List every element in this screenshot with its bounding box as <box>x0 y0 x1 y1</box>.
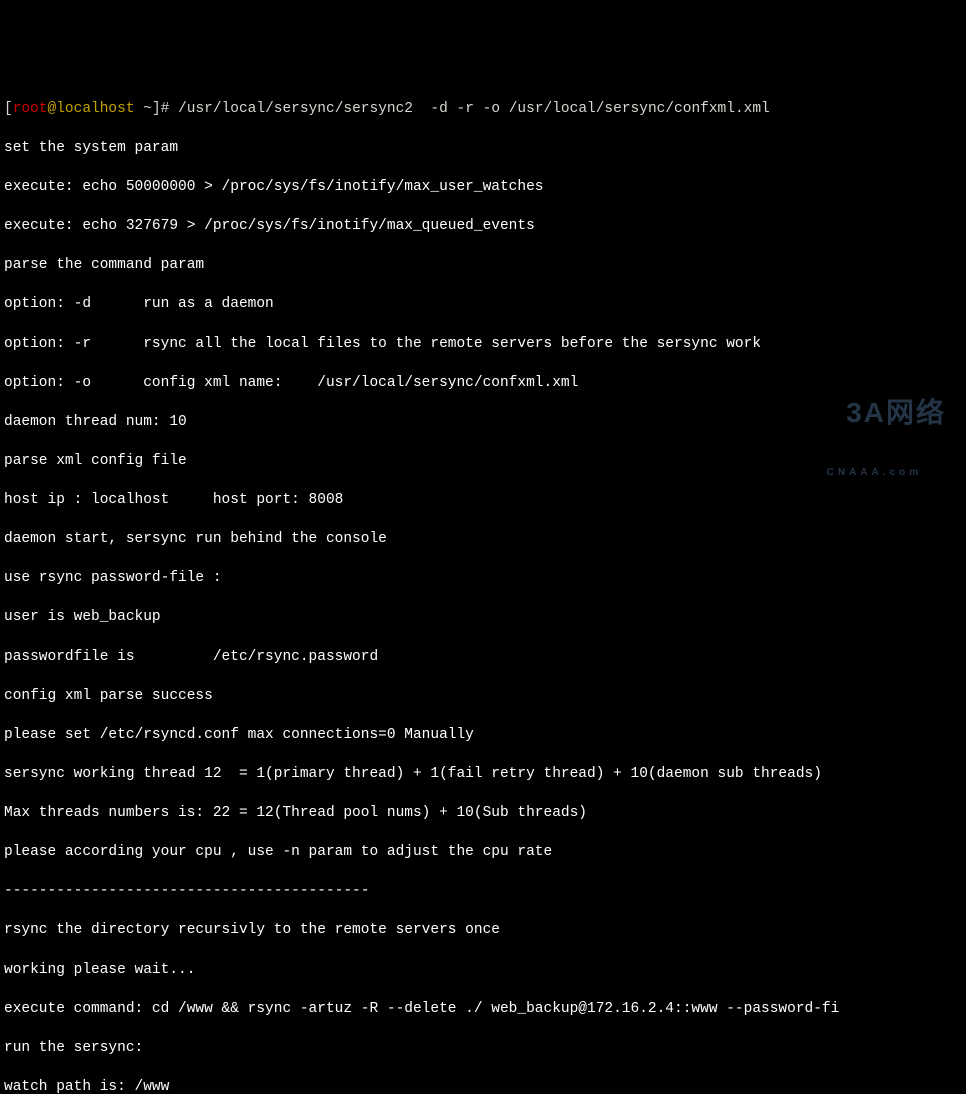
output-line: execute: echo 50000000 > /proc/sys/fs/in… <box>4 178 962 198</box>
output-line: option: -r rsync all the local files to … <box>4 335 962 355</box>
output-line: please according your cpu , use -n param… <box>4 843 962 863</box>
output-line: rsync the directory recursivly to the re… <box>4 921 962 941</box>
prompt-user: root <box>13 101 48 117</box>
output-line: option: -d run as a daemon <box>4 295 962 315</box>
output-line: parse xml config file <box>4 452 962 472</box>
output-line: Max threads numbers is: 22 = 12(Thread p… <box>4 804 962 824</box>
terminal-output: [root@localhost ~]# /usr/local/sersync/s… <box>4 80 962 1094</box>
output-line: use rsync password-file : <box>4 569 962 589</box>
output-line: parse the command param <box>4 256 962 276</box>
output-line: user is web_backup <box>4 608 962 628</box>
output-line: set the system param <box>4 139 962 159</box>
command-text: /usr/local/sersync/sersync2 -d -r -o /us… <box>178 101 770 117</box>
prompt-path: ~ <box>135 101 152 117</box>
output-line: please set /etc/rsyncd.conf max connecti… <box>4 726 962 746</box>
output-line: execute: echo 327679 > /proc/sys/fs/inot… <box>4 217 962 237</box>
output-line: daemon thread num: 10 <box>4 413 962 433</box>
output-line: watch path is: /www <box>4 1078 962 1094</box>
output-line: run the sersync: <box>4 1039 962 1059</box>
output-line: sersync working thread 12 = 1(primary th… <box>4 765 962 785</box>
prompt-host: localhost <box>56 101 134 117</box>
output-line: working please wait... <box>4 961 962 981</box>
output-line: option: -o config xml name: /usr/local/s… <box>4 374 962 394</box>
prompt-open: [ <box>4 101 13 117</box>
prompt-at: @ <box>48 101 57 117</box>
output-line: passwordfile is /etc/rsync.password <box>4 648 962 668</box>
prompt-close: ]# <box>152 101 178 117</box>
prompt-line[interactable]: [root@localhost ~]# /usr/local/sersync/s… <box>4 100 962 120</box>
output-line: config xml parse success <box>4 687 962 707</box>
output-line: ----------------------------------------… <box>4 882 962 902</box>
output-line: host ip : localhost host port: 8008 <box>4 491 962 511</box>
output-line: execute command: cd /www && rsync -artuz… <box>4 1000 962 1020</box>
